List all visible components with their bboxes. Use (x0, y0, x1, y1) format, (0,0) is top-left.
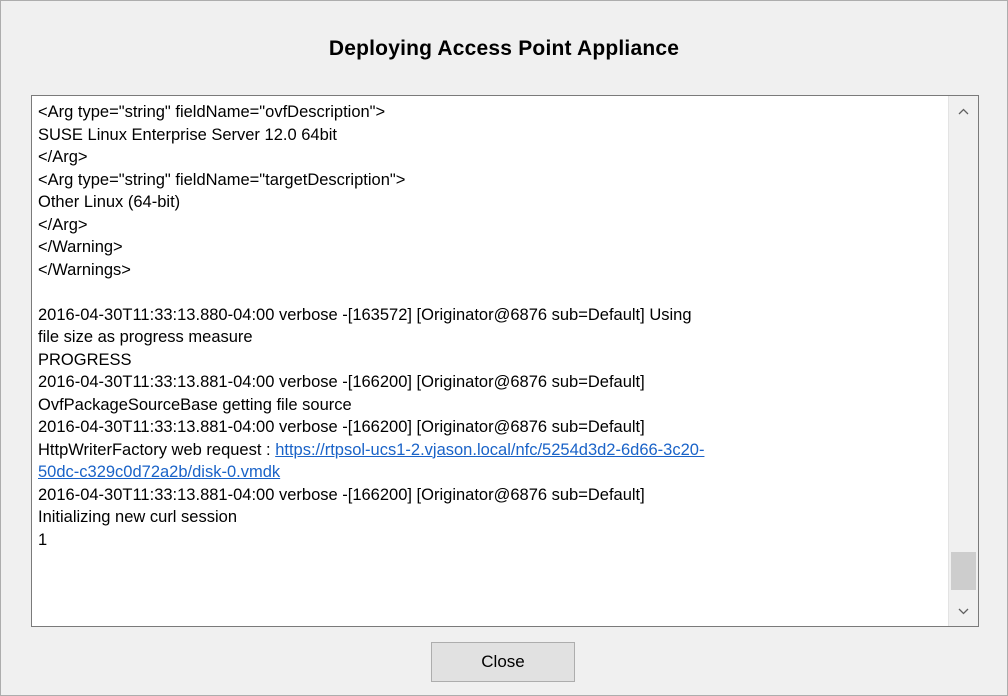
log-line: 50dc-c329c0d72a2b/disk-0.vmdk (38, 461, 946, 484)
log-line-text: file size as progress measure (38, 328, 253, 346)
log-line-text: 1 (38, 530, 48, 549)
log-line: </Warning> (38, 236, 946, 259)
log-url-link[interactable]: 50dc-c329c0d72a2b/disk-0.vmdk (38, 463, 280, 481)
log-line-text: OvfPackageSourceBase getting file source (38, 395, 352, 414)
log-line-text: <Arg type="string" fieldName="ovfDescrip… (38, 103, 386, 121)
log-line-text: 2016-04-30T11:33:13.881-04:00 verbose -[… (38, 485, 645, 504)
chevron-up-icon (958, 102, 969, 120)
log-line: 1 (38, 529, 946, 552)
vertical-scrollbar[interactable] (948, 96, 978, 626)
log-line: <Arg type="string" fieldName="targetDesc… (38, 169, 946, 192)
scroll-down-button[interactable] (949, 596, 978, 626)
log-line-text: 2016-04-30T11:33:13.880-04:00 verbose -[… (38, 305, 692, 324)
log-line-text: 2016-04-30T11:33:13.881-04:00 verbose -[… (38, 418, 645, 436)
log-line-text: </Warning> (38, 238, 123, 256)
scroll-up-button[interactable] (949, 96, 978, 126)
dialog-title: Deploying Access Point Appliance (328, 37, 680, 60)
log-line: OvfPackageSourceBase getting file source (38, 394, 946, 417)
chevron-down-icon (958, 602, 969, 620)
log-line-text: </Arg> (38, 215, 88, 234)
log-line: 2016-04-30T11:33:13.881-04:00 verbose -[… (38, 484, 946, 507)
log-line-text: <Arg type="string" fieldName="targetDesc… (38, 170, 406, 189)
log-line-text: 2016-04-30T11:33:13.881-04:00 verbose -[… (38, 373, 645, 391)
log-text: <Arg type="string" fieldName="ovfDescrip… (38, 101, 946, 551)
log-line: 2016-04-30T11:33:13.881-04:00 verbose -[… (38, 416, 946, 439)
log-line-text: HttpWriterFactory web request : (38, 440, 276, 459)
log-line-text: Initializing new curl session (38, 508, 238, 526)
log-line: 2016-04-30T11:33:13.881-04:00 verbose -[… (38, 371, 946, 394)
log-line-text: PROGRESS (38, 350, 132, 369)
log-line: 2016-04-30T11:33:13.880-04:00 verbose -[… (38, 304, 946, 327)
log-line-text: </Arg> (38, 148, 88, 166)
log-line-text: SUSE Linux Enterprise Server 12.0 64bit (38, 125, 337, 144)
log-output[interactable]: <Arg type="string" fieldName="ovfDescrip… (31, 95, 979, 627)
log-line: </Arg> (38, 214, 946, 237)
log-line: Other Linux (64-bit) (38, 191, 946, 214)
log-line-text: Other Linux (64-bit) (38, 193, 181, 211)
log-line: </Warnings> (38, 259, 946, 282)
log-line: </Arg> (38, 146, 946, 169)
deploy-dialog: Deploying Access Point Appliance <Arg ty… (0, 0, 1008, 696)
scroll-thumb[interactable] (951, 552, 976, 590)
log-url-link[interactable]: https://rtpsol-ucs1-2.vjason.local/nfc/5… (275, 441, 704, 459)
log-line: PROGRESS (38, 349, 946, 372)
log-line: Initializing new curl session (38, 506, 946, 529)
log-line: file size as progress measure (38, 326, 946, 349)
log-line: SUSE Linux Enterprise Server 12.0 64bit (38, 124, 946, 147)
close-button[interactable]: Close (431, 642, 575, 682)
log-line: HttpWriterFactory web request : https://… (38, 439, 946, 462)
log-line: <Arg type="string" fieldName="ovfDescrip… (38, 101, 946, 124)
log-line-text: </Warnings> (38, 260, 131, 279)
